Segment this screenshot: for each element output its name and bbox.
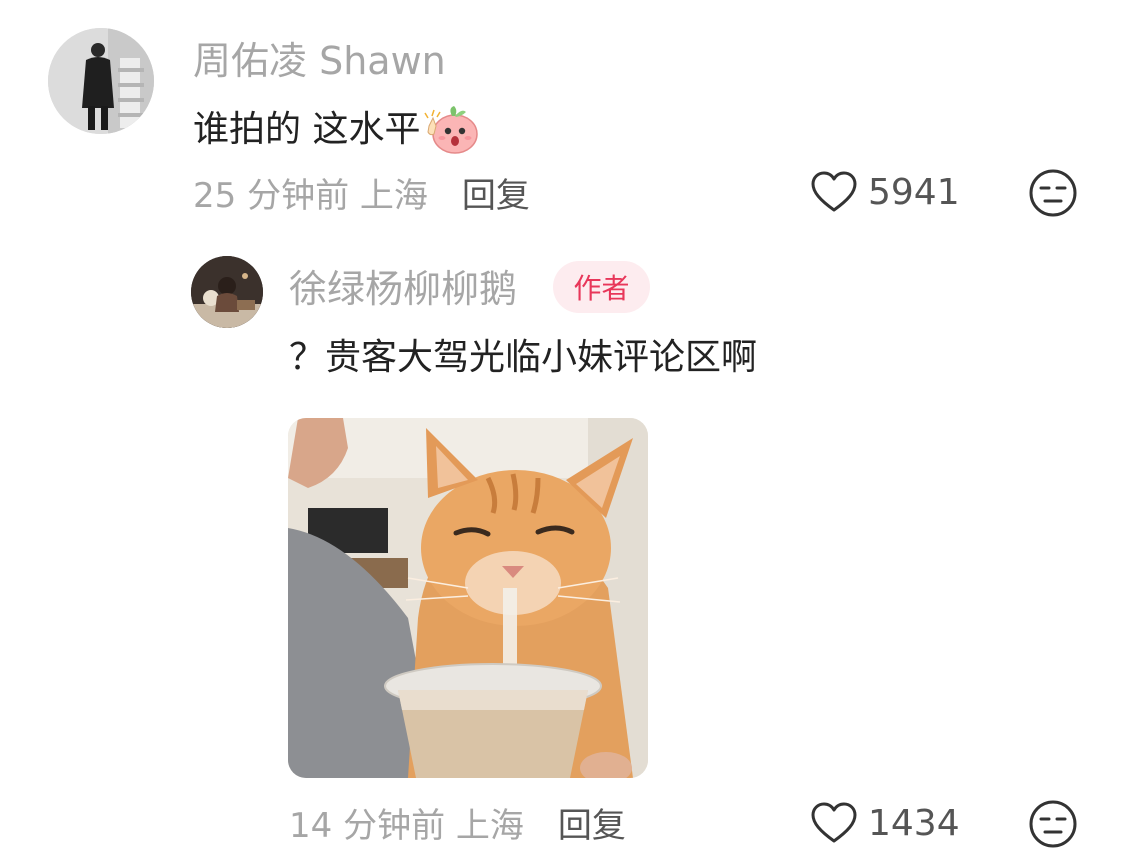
unimpressed-face-icon — [1029, 800, 1077, 848]
avatar-photo — [191, 256, 263, 328]
orange-cat-drinking-milk-tea-photo — [288, 418, 648, 778]
dislike-button[interactable] — [1028, 799, 1078, 849]
heart-outline-icon — [811, 171, 857, 212]
shocked-peach-emoji-icon — [424, 104, 480, 156]
comment-username[interactable]: 周佑凌 Shawn — [193, 38, 446, 84]
reply-time-location: 14 分钟前 上海 — [289, 805, 524, 846]
comment-text: 谁拍的 这水平 — [193, 109, 421, 150]
comment-time-location: 25 分钟前 上海 — [193, 175, 428, 216]
dislike-button[interactable] — [1028, 168, 1078, 218]
reply-text: ？贵客大驾光临小妹评论区啊 — [289, 337, 758, 378]
reply-image[interactable] — [288, 418, 648, 778]
heart-outline-icon — [811, 802, 857, 843]
reply-username[interactable]: 徐绿杨柳柳鹅 — [289, 266, 517, 312]
comment-meta: 25 分钟前 上海 回复 — [193, 168, 530, 216]
avatar[interactable] — [48, 28, 154, 134]
like-count: 1434 — [868, 802, 960, 844]
like-button[interactable]: 1434 — [810, 797, 960, 849]
unimpressed-face-icon — [1029, 169, 1077, 217]
author-badge: 作者 — [553, 261, 650, 313]
comment-text-row: 谁拍的 这水平 — [193, 104, 480, 156]
reply-button[interactable]: 回复 — [462, 168, 530, 217]
like-button[interactable]: 5941 — [810, 166, 960, 218]
reply-avatar[interactable] — [191, 256, 263, 328]
avatar-photo — [48, 28, 154, 134]
like-count: 5941 — [868, 171, 960, 213]
reply-meta: 14 分钟前 上海 回复 — [289, 798, 626, 846]
reply-button[interactable]: 回复 — [558, 798, 626, 847]
